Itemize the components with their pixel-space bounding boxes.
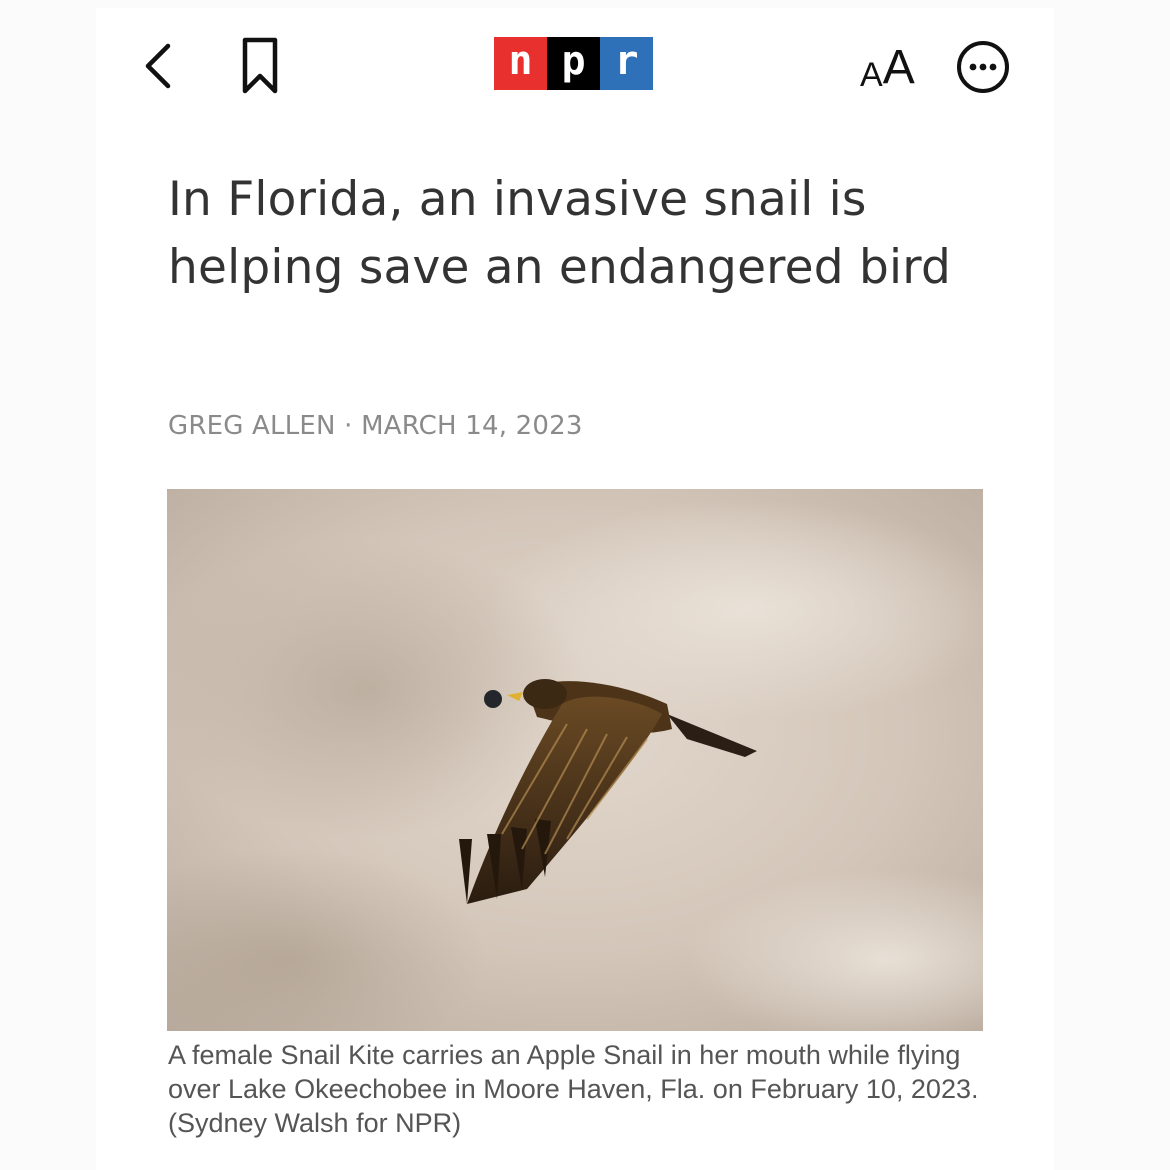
logo-letter-r: r bbox=[600, 37, 653, 90]
logo-letter-n: n bbox=[494, 37, 547, 90]
article-photo[interactable] bbox=[167, 489, 983, 1031]
publish-date: MARCH 14, 2023 bbox=[361, 411, 583, 441]
article-page: n p r A A In Florida, an invasive snail … bbox=[96, 8, 1054, 1170]
byline-separator: · bbox=[344, 411, 353, 441]
more-icon[interactable] bbox=[956, 40, 1010, 94]
text-size-button[interactable]: A A bbox=[860, 36, 915, 94]
author-name[interactable]: GREG ALLEN bbox=[168, 411, 336, 441]
npr-logo: n p r bbox=[494, 37, 653, 90]
chevron-left-icon[interactable] bbox=[142, 42, 174, 90]
article-headline: In Florida, an invasive snail is helping… bbox=[168, 172, 951, 295]
article-byline: GREG ALLEN · MARCH 14, 2023 bbox=[168, 410, 583, 442]
text-size-large-label: A bbox=[882, 41, 915, 94]
bookmark-icon[interactable] bbox=[240, 36, 280, 96]
photo-caption: A female Snail Kite carries an Apple Sna… bbox=[168, 1040, 979, 1138]
text-size-small-label: A bbox=[860, 56, 883, 94]
logo-letter-p: p bbox=[547, 37, 600, 90]
